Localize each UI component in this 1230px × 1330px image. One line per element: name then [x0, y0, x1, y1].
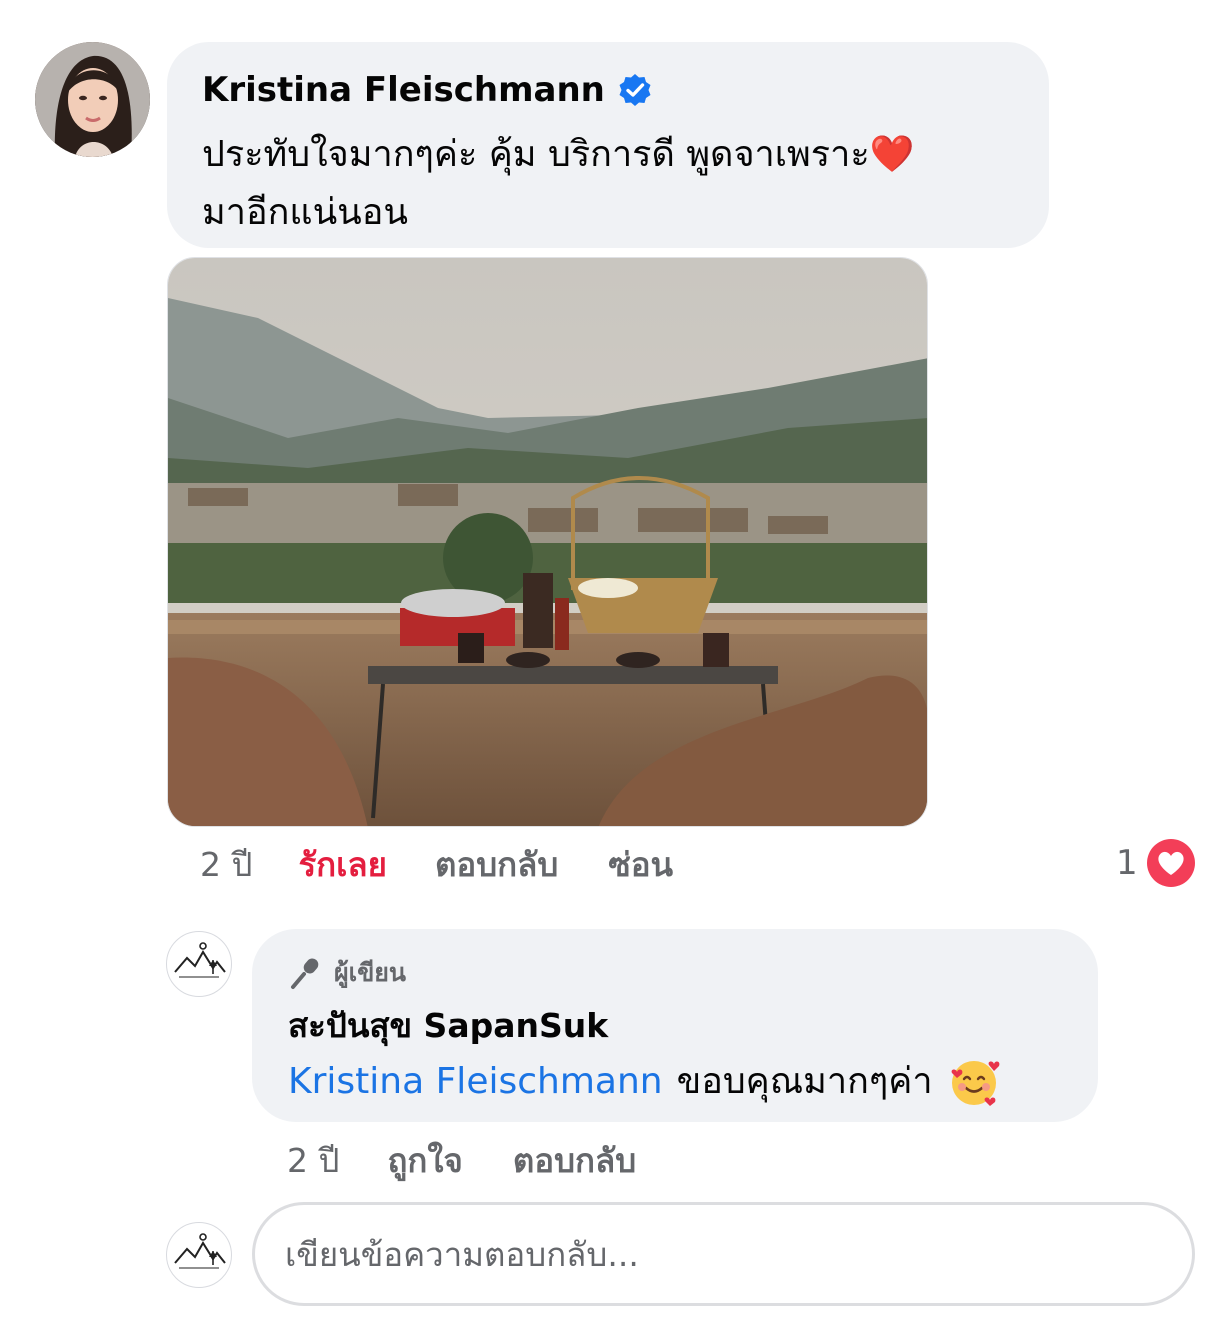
reply-composer[interactable] — [252, 1202, 1195, 1306]
comment-text: ประทับใจมากๆค่ะ คุ้ม บริการดี พูดจาเพราะ… — [202, 134, 915, 233]
comment-author-name[interactable]: Kristina Fleischmann — [202, 70, 605, 110]
reply-message: ขอบคุณมากๆค่า — [676, 1061, 933, 1102]
reply-text: Kristina Fleischmann ขอบคุณมากๆค่า — [288, 1055, 1001, 1109]
reply-input[interactable] — [285, 1225, 1145, 1283]
verified-badge-icon — [619, 74, 651, 106]
microphone-icon — [291, 958, 319, 989]
author-badge-label: ผู้เขียน — [334, 958, 407, 987]
commenter-avatar[interactable] — [35, 42, 150, 157]
reply-bubble: ผู้เขียน สะปันสุข SapanSuk Kristina Flei… — [252, 929, 1098, 1122]
author-badge: ผู้เขียน — [288, 953, 406, 993]
comment-actions: 2 ปี รักเลย ตอบกลับ ซ่อน — [200, 845, 673, 885]
reply-button[interactable]: ตอบกลับ — [435, 845, 558, 885]
reply-to-reply-button[interactable]: ตอบกลับ — [513, 1141, 636, 1181]
heart-reaction-icon — [1146, 839, 1195, 887]
hide-button[interactable]: ซ่อน — [608, 845, 673, 885]
reaction-summary[interactable]: 1 — [1116, 838, 1196, 888]
reply-author-name[interactable]: สะปันสุข SapanSuk — [288, 1005, 608, 1047]
comment-photo[interactable] — [167, 257, 928, 827]
smiling-face-with-hearts-icon — [951, 1061, 999, 1106]
reaction-count: 1 — [1116, 843, 1138, 883]
comment-bubble: Kristina Fleischmann ประทับใจมากๆค่ะ คุ้… — [167, 42, 1049, 248]
love-button[interactable]: รักเลย — [298, 845, 387, 885]
page-avatar[interactable] — [166, 931, 232, 997]
mention-link[interactable]: Kristina Fleischmann — [288, 1058, 663, 1106]
like-button[interactable]: ถูกใจ — [387, 1141, 462, 1181]
reply-timestamp[interactable]: 2 ปี — [287, 1141, 339, 1181]
reply-actions: 2 ปี ถูกใจ ตอบกลับ — [287, 1141, 636, 1181]
composer-avatar — [166, 1222, 232, 1288]
comment-timestamp[interactable]: 2 ปี — [200, 845, 252, 885]
